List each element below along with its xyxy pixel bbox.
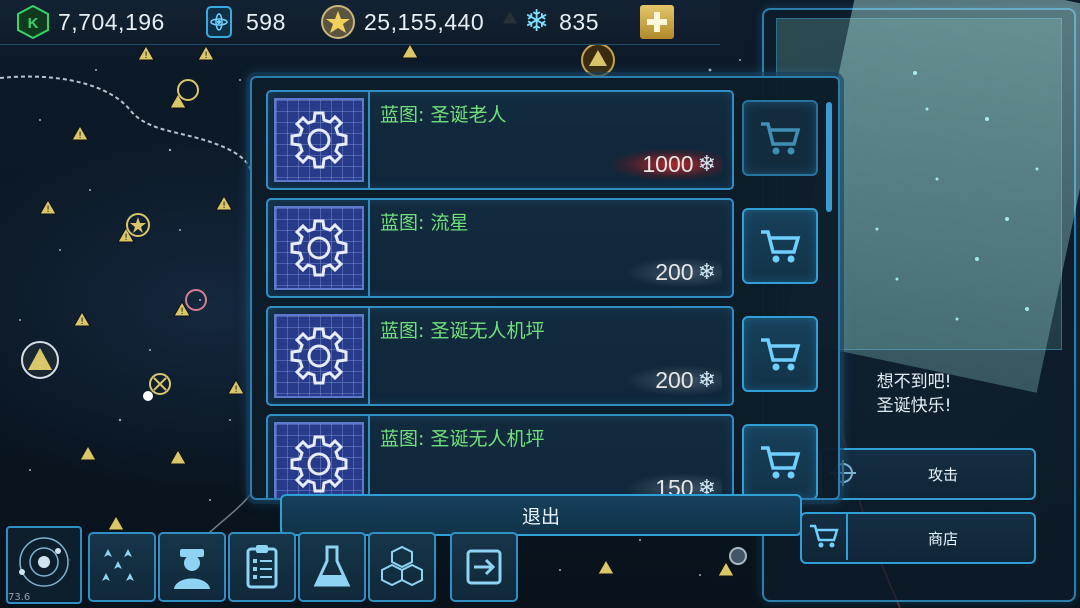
shop-dialog: 蓝图: 圣诞老人 1000 ❄ 蓝图: 流星 200 ❄ 蓝图: 圣诞无人机坪 … xyxy=(250,76,840,500)
credits-icon: K xyxy=(17,4,49,40)
stars-value: 25,155,440 xyxy=(364,8,485,35)
credits-resource: K 7,704,196 xyxy=(14,4,165,40)
commander-button[interactable] xyxy=(158,532,226,602)
blueprint-thumbnail xyxy=(274,314,364,398)
blueprint-thumbnail xyxy=(274,422,364,498)
attack-label: 攻击 xyxy=(927,465,958,484)
cart-icon xyxy=(761,122,801,155)
fps-counter: 73.6 xyxy=(8,592,31,603)
buy-button[interactable] xyxy=(742,316,818,392)
snowflake-resource: ❄ 835 xyxy=(524,4,599,40)
energy-value: 598 xyxy=(246,8,286,35)
shop-item-row: 蓝图: 流星 200 ❄ xyxy=(266,198,826,298)
stars-resource: 25,155,440 xyxy=(318,4,484,40)
svg-text:!: ! xyxy=(234,385,238,395)
price-value: 1000 xyxy=(642,151,694,177)
npc-line-1: 想不到吧! xyxy=(876,372,952,392)
solar-system-icon xyxy=(19,537,69,587)
fleet-button[interactable] xyxy=(88,532,156,602)
item-price: 200 ❄ xyxy=(625,257,722,288)
gear-icon xyxy=(290,111,348,169)
svg-text:!: ! xyxy=(80,317,84,327)
energy-resource: 598 xyxy=(202,4,286,40)
resource-bar: K 7,704,196 598 25,155,440 ❄ 835 xyxy=(0,0,720,45)
cubes-icon xyxy=(381,545,423,587)
shop-item-card[interactable]: 蓝图: 圣诞老人 1000 ❄ xyxy=(266,90,734,190)
buy-button[interactable] xyxy=(742,100,818,176)
commander-icon xyxy=(174,549,210,589)
cart-icon xyxy=(761,230,801,263)
item-name: 蓝图: 圣诞老人 xyxy=(380,104,507,126)
atom-canister-icon xyxy=(206,6,232,38)
item-price: 200 ❄ xyxy=(625,365,722,396)
snowflake-icon: ❄ xyxy=(697,368,716,393)
star-coin-icon xyxy=(321,5,355,39)
npc-line-2: 圣诞快乐! xyxy=(876,396,952,416)
shop-cart-box xyxy=(802,512,848,560)
svg-text:!: ! xyxy=(180,307,184,317)
card-divider xyxy=(368,308,370,404)
flask-icon xyxy=(313,545,351,587)
snowflake-icon: ❄ xyxy=(524,4,550,39)
snowflake-icon: ❄ xyxy=(697,152,716,177)
credits-value: 7,704,196 xyxy=(58,8,165,35)
svg-text:!: ! xyxy=(46,205,50,215)
item-name: 蓝图: 流星 xyxy=(380,212,469,234)
svg-text:!: ! xyxy=(222,201,226,211)
gear-icon xyxy=(290,327,348,385)
plus-icon xyxy=(647,12,667,32)
buy-button[interactable] xyxy=(742,208,818,284)
card-divider xyxy=(368,416,370,498)
gear-icon xyxy=(290,219,348,277)
svg-text:!: ! xyxy=(144,51,148,61)
price-value: 200 xyxy=(655,367,694,393)
svg-text:!: ! xyxy=(124,233,128,243)
card-divider xyxy=(368,200,370,296)
gear-icon xyxy=(290,435,348,493)
shop-label: 商店 xyxy=(927,529,958,548)
blueprint-thumbnail xyxy=(274,98,364,182)
logout-button[interactable] xyxy=(450,532,518,602)
shop-item-card[interactable]: 蓝图: 流星 200 ❄ xyxy=(266,198,734,298)
npc-dialogue: 想不到吧! 圣诞快乐! xyxy=(834,370,994,418)
shop-item-card[interactable]: 蓝图: 圣诞无人机坪 200 ❄ xyxy=(266,306,734,406)
fleet-icon xyxy=(102,549,134,581)
svg-text:!: ! xyxy=(78,131,82,141)
attack-button[interactable]: 攻击 xyxy=(820,448,1036,500)
item-price: 1000 ❄ xyxy=(612,149,722,180)
resources-button[interactable] xyxy=(368,532,436,602)
snowflake-value: 835 xyxy=(559,8,600,35)
shop-item-card[interactable]: 蓝图: 圣诞无人机坪 150 ❄ xyxy=(266,414,734,498)
item-name: 蓝图: 圣诞无人机坪 xyxy=(380,320,545,342)
exit-icon xyxy=(466,549,502,585)
shop-tab-button[interactable]: 商店 xyxy=(800,512,1036,564)
missions-button[interactable] xyxy=(228,532,296,602)
research-button[interactable] xyxy=(298,532,366,602)
svg-text:K: K xyxy=(28,15,39,32)
shop-item-row: 蓝图: 圣诞老人 1000 ❄ xyxy=(266,90,826,190)
card-divider xyxy=(368,92,370,188)
svg-text:!: ! xyxy=(204,51,208,61)
item-name: 蓝图: 圣诞无人机坪 xyxy=(380,428,545,450)
snowflake-icon: ❄ xyxy=(697,260,716,285)
cart-icon xyxy=(810,524,839,548)
exit-button[interactable]: 退出 xyxy=(280,494,802,536)
blueprint-thumbnail xyxy=(274,206,364,290)
cart-icon xyxy=(761,446,801,479)
shop-item-row: 蓝图: 圣诞无人机坪 150 ❄ xyxy=(266,414,826,498)
add-currency-button[interactable] xyxy=(640,5,674,39)
game-screen: !!! !!! !!! K 7,704,196 598 25,155,440 ❄… xyxy=(0,0,1080,608)
price-value: 200 xyxy=(655,259,694,285)
shop-scrollbar[interactable] xyxy=(826,102,832,212)
cart-icon xyxy=(761,338,801,371)
shop-item-row: 蓝图: 圣诞无人机坪 200 ❄ xyxy=(266,306,826,406)
buy-button[interactable] xyxy=(742,424,818,498)
clipboard-icon xyxy=(246,545,278,589)
